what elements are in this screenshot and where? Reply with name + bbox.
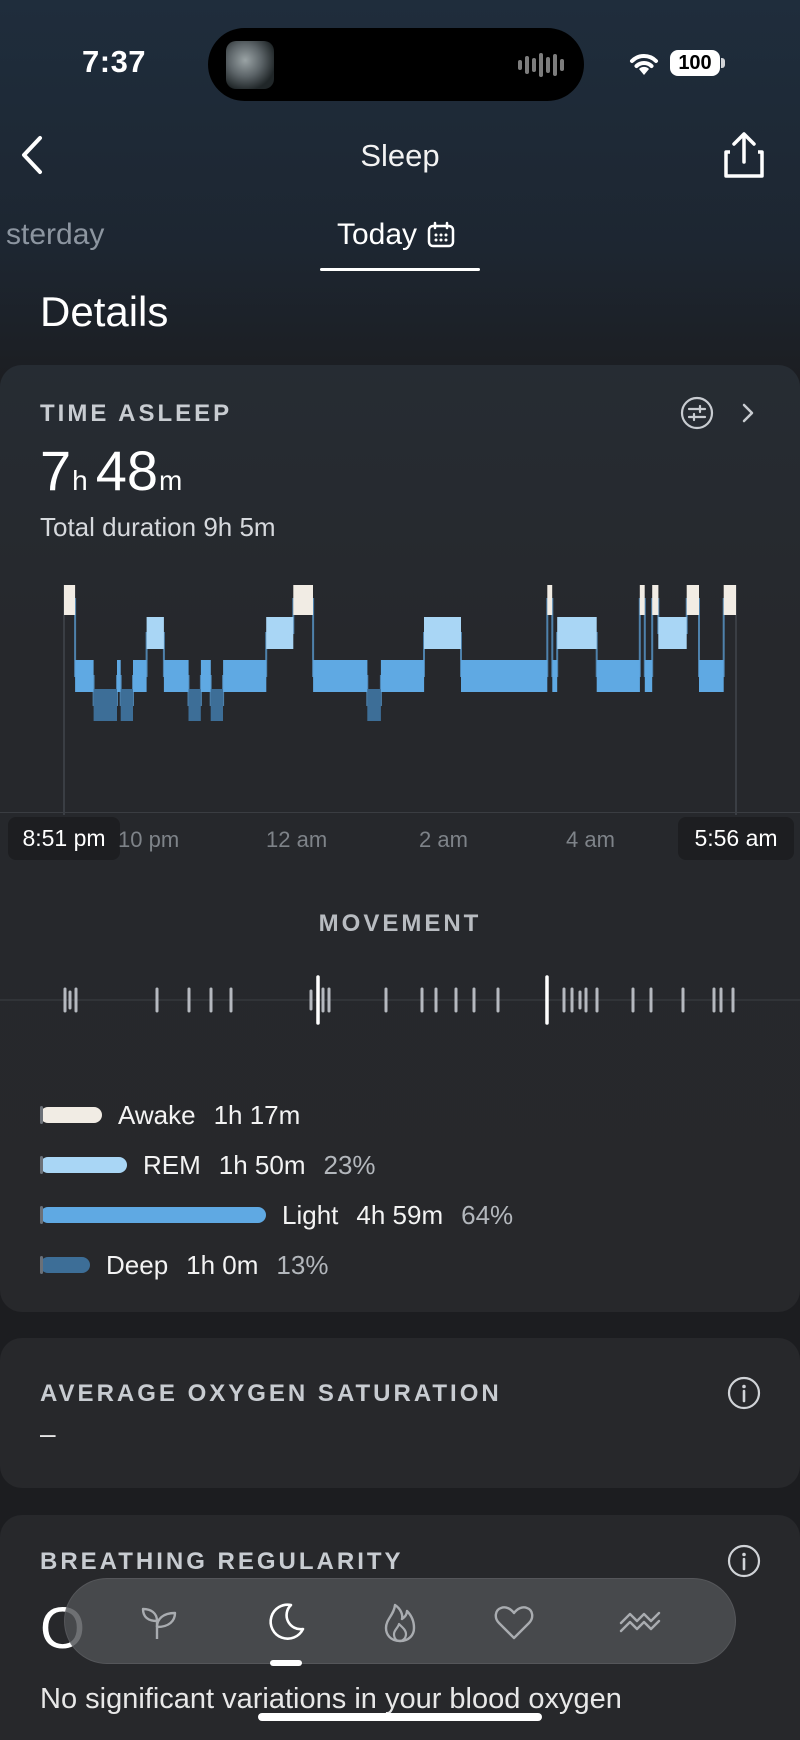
stage-segment-light xyxy=(313,660,368,692)
battery-indicator: 100 xyxy=(670,50,720,76)
legend-percent: 13% xyxy=(276,1249,329,1280)
legend-bar-awake xyxy=(40,1106,102,1124)
stage-segment-rem xyxy=(424,617,461,649)
asleep-hours: 7 xyxy=(40,439,72,502)
stage-segment-light xyxy=(380,660,425,692)
stage-segment-light xyxy=(163,660,189,692)
stage-segment-awake xyxy=(652,585,659,615)
oxygen-saturation-value: – xyxy=(40,1418,56,1449)
chevron-right-icon[interactable] xyxy=(738,402,758,424)
legend-name: Deep xyxy=(106,1249,169,1280)
info-icon[interactable] xyxy=(727,1544,761,1578)
legend-deep: Deep 1h 0m 13% xyxy=(40,1245,328,1285)
stage-segment-light xyxy=(699,660,724,692)
legend-light: Light 4h 59m 64% xyxy=(40,1195,513,1235)
legend-name: Awake xyxy=(118,1099,196,1130)
legend-bar-deep xyxy=(40,1256,90,1274)
calendar-icon[interactable] xyxy=(427,221,455,249)
stage-segment-awake xyxy=(639,585,645,615)
chart-axis-line xyxy=(0,812,800,813)
legend-percent: 64% xyxy=(461,1199,514,1230)
now-playing-artwork xyxy=(226,41,274,89)
legend-bar-rem xyxy=(40,1156,127,1174)
legend-duration: 1h 17m xyxy=(213,1099,301,1130)
tick-label-12am: 12 am xyxy=(266,827,328,852)
stage-segment-deep xyxy=(367,689,381,721)
sleep-screen: 7:37 100 Sleep sterday Today Details TIM… xyxy=(0,0,800,1740)
chart-end-time: 5:56 am xyxy=(678,817,794,860)
breathing-regularity-description: No significant variations in your blood … xyxy=(40,1683,622,1715)
stage-segment-deep xyxy=(188,689,201,721)
stage-segment-light xyxy=(596,660,640,692)
stage-segment-deep xyxy=(93,689,117,721)
stage-segment-awake xyxy=(293,585,313,615)
stage-segment-rem xyxy=(557,617,597,649)
heart-icon[interactable] xyxy=(491,1599,537,1645)
time-asleep-label: TIME ASLEEP xyxy=(40,400,233,427)
stage-segment-awake xyxy=(723,585,736,615)
movement-label: MOVEMENT xyxy=(318,910,482,937)
stage-segment-rem xyxy=(658,617,687,649)
time-asleep-value: 7 h 48 m xyxy=(40,438,190,503)
stage-segment-light xyxy=(200,660,211,692)
legend-name: REM xyxy=(143,1149,201,1180)
oxygen-saturation-card[interactable] xyxy=(0,1338,800,1488)
stage-segment-awake xyxy=(547,585,553,615)
oxygen-saturation-label: AVERAGE OXYGEN SATURATION xyxy=(40,1380,502,1407)
legend-duration: 4h 59m xyxy=(356,1199,444,1230)
legend-duration: 1h 50m xyxy=(218,1149,306,1180)
legend-bar-light xyxy=(40,1206,266,1224)
movement-chart xyxy=(0,975,800,1025)
flame-icon[interactable] xyxy=(377,1599,423,1645)
dynamic-island[interactable] xyxy=(208,28,584,101)
breathing-regularity-label: BREATHING REGULARITY xyxy=(40,1548,404,1575)
tab-today[interactable]: Today xyxy=(337,218,455,252)
waves-icon[interactable] xyxy=(617,1599,663,1645)
sliders-icon[interactable] xyxy=(680,396,714,430)
stage-segment-light xyxy=(133,660,147,692)
wifi-icon xyxy=(630,54,658,75)
battery-nub xyxy=(721,58,725,68)
sprout-icon[interactable] xyxy=(137,1599,183,1645)
page-title: Sleep xyxy=(360,138,440,173)
stage-segment-awake xyxy=(686,585,699,615)
stage-segment-light xyxy=(75,660,94,692)
tab-today-label: Today xyxy=(337,218,418,251)
share-button[interactable] xyxy=(720,130,768,180)
info-icon[interactable] xyxy=(727,1376,761,1410)
legend-name: Light xyxy=(282,1199,339,1230)
legend-rem: REM 1h 50m 23% xyxy=(40,1145,376,1185)
asleep-minutes: 48 xyxy=(95,439,159,502)
home-indicator[interactable] xyxy=(258,1713,542,1721)
tab-yesterday[interactable]: sterday xyxy=(6,218,104,252)
stage-segment-awake xyxy=(64,585,76,615)
stage-segment-light xyxy=(552,660,558,692)
active-tab-indicator xyxy=(270,1660,302,1666)
bottom-tab-bar xyxy=(64,1578,736,1664)
stage-segment-rem xyxy=(266,617,294,649)
legend-awake: Awake 1h 17m xyxy=(40,1095,318,1135)
tick-label-10pm: 10 pm xyxy=(118,827,180,852)
stage-segment-deep xyxy=(120,689,133,721)
tab-active-underline xyxy=(320,268,480,271)
moon-icon[interactable] xyxy=(263,1599,309,1645)
asleep-hours-unit: h xyxy=(72,465,88,496)
audio-waveform-icon xyxy=(518,52,564,78)
status-time: 7:37 xyxy=(82,44,147,79)
stage-segment-light xyxy=(461,660,548,692)
stage-segment-rem xyxy=(146,617,164,649)
stage-segment-deep xyxy=(210,689,223,721)
total-duration: Total duration 9h 5m xyxy=(40,512,276,542)
legend-duration: 1h 0m xyxy=(186,1249,259,1280)
tick-label-2am: 2 am xyxy=(419,827,468,852)
legend-percent: 23% xyxy=(323,1149,376,1180)
asleep-minutes-unit: m xyxy=(159,465,183,496)
section-title-details: Details xyxy=(40,288,169,335)
sleep-stages-chart[interactable] xyxy=(0,585,800,815)
stage-segment-light xyxy=(644,660,653,692)
chart-start-time: 8:51 pm xyxy=(8,817,120,860)
stage-segment-light xyxy=(223,660,267,692)
stage-segment-light xyxy=(117,660,121,692)
tick-label-4am: 4 am xyxy=(566,827,615,852)
